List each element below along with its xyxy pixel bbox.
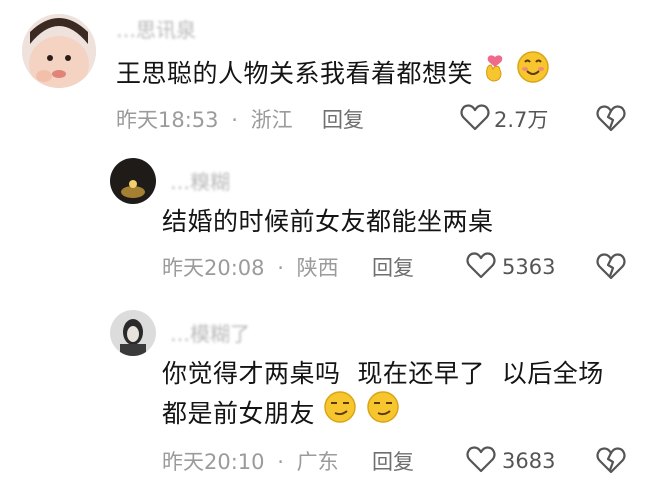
comment-meta: 昨天20:08 · 陕西 — [162, 252, 339, 282]
like-button[interactable]: 3683 — [466, 445, 555, 477]
location: 广东 — [296, 450, 339, 474]
heart-icon — [460, 103, 490, 135]
reply-button[interactable]: 回复 — [372, 446, 414, 476]
smiling-face-emoji — [516, 50, 550, 100]
comment-text-content: 王思聪的人物关系我看着都想笑 — [116, 59, 474, 88]
broken-heart-icon — [596, 447, 626, 474]
reply-button[interactable]: 回复 — [372, 252, 414, 282]
like-count: 3683 — [502, 449, 556, 473]
dislike-button[interactable] — [596, 446, 626, 478]
timestamp: 昨天20:08 — [162, 256, 265, 280]
broken-heart-icon — [596, 105, 626, 132]
comment-text: 王思聪的人物关系我看着都想笑 — [116, 50, 550, 100]
timestamp: 昨天20:10 — [162, 450, 265, 474]
timestamp: 昨天18:53 — [116, 108, 219, 132]
username[interactable]: …模糊了 — [170, 318, 250, 347]
location: 陕西 — [296, 256, 339, 280]
heart-icon — [466, 251, 496, 283]
separator-dot: · — [231, 108, 238, 132]
reply-button[interactable]: 回复 — [322, 104, 364, 134]
comment-text-content: 都是前女朋友 — [162, 399, 316, 428]
comment-text: 结婚的时候前女友都能坐两桌 — [162, 207, 494, 236]
like-button[interactable]: 5363 — [466, 251, 555, 283]
finger-heart-emoji — [481, 51, 507, 99]
avatar[interactable] — [110, 310, 156, 356]
like-count: 5363 — [502, 255, 556, 279]
smirking-face-emoji — [323, 390, 357, 440]
broken-heart-icon — [596, 253, 626, 280]
separator-dot: · — [277, 256, 284, 280]
username[interactable]: …思讯泉 — [116, 14, 196, 43]
smirking-face-emoji — [366, 390, 400, 440]
like-count: 2.7万 — [494, 108, 549, 132]
dislike-button[interactable] — [596, 104, 626, 136]
location: 浙江 — [250, 108, 293, 132]
username[interactable]: …糗糊 — [170, 166, 230, 195]
comment-meta: 昨天18:53 · 浙江 — [116, 104, 293, 134]
heart-icon — [466, 445, 496, 477]
like-button[interactable]: 2.7万 — [460, 103, 548, 135]
avatar[interactable] — [110, 158, 156, 204]
comment-text-line-2: 都是前女朋友 — [162, 390, 400, 440]
dislike-button[interactable] — [596, 252, 626, 284]
comment-meta: 昨天20:10 · 广东 — [162, 446, 339, 476]
avatar[interactable] — [22, 14, 96, 88]
separator-dot: · — [277, 450, 284, 474]
